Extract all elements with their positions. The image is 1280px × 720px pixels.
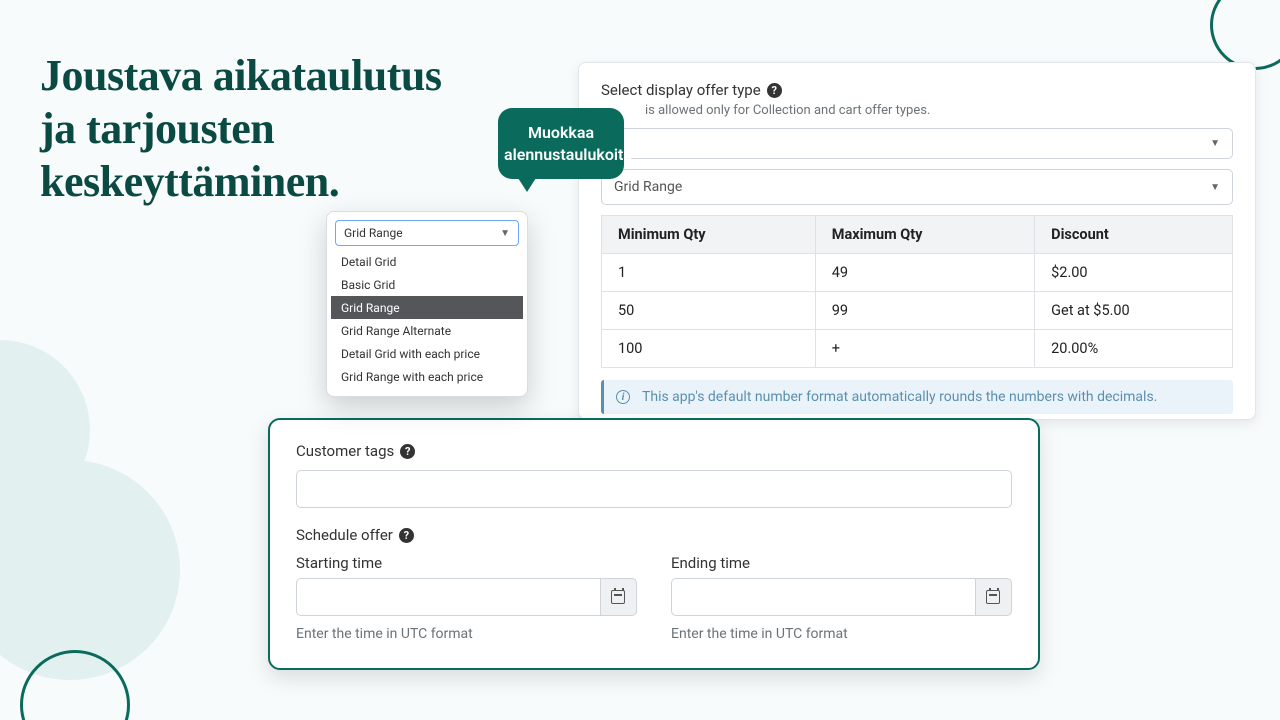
col-min-qty: Minimum Qty [602,216,816,254]
schedule-offer-label: Schedule offer [296,526,393,544]
ending-time-hint: Enter the time in UTC format [671,626,1012,642]
starting-time-col: Starting time Enter the time in UTC form… [296,554,637,642]
offer-type-select-2-value: Grid Range [614,179,682,195]
number-format-alert: i This app's default number format autom… [601,380,1233,414]
offer-type-select-2[interactable]: Grid Range ▼ [601,169,1233,205]
grid-type-option-selected[interactable]: Grid Range [331,296,523,319]
offer-type-select-1[interactable]: ▼ [601,128,1233,159]
grid-type-option[interactable]: Grid Range Alternate [331,319,523,342]
grid-type-option[interactable]: Grid Range with each price [331,365,523,388]
cell-max: 49 [815,254,1034,292]
schedule-card: Customer tags ? Schedule offer ? Startin… [268,418,1040,670]
offer-type-subnote: is allowed only for Collection and cart … [645,103,1233,118]
calendar-icon [611,590,625,604]
starting-time-hint: Enter the time in UTC format [296,626,637,642]
info-icon: i [616,390,630,404]
customer-tags-input[interactable] [296,470,1012,508]
offer-type-label: Select display offer type [601,81,761,99]
cell-discount: $2.00 [1035,254,1233,292]
discount-table: Minimum Qty Maximum Qty Discount 1 49 $2… [601,215,1233,368]
ending-time-group [671,578,1012,616]
cell-discount: 20.00% [1035,330,1233,368]
col-max-qty: Maximum Qty [815,216,1034,254]
chevron-down-icon: ▼ [1210,182,1220,193]
customer-tags-label-row: Customer tags ? [296,442,1012,460]
schedule-times-row: Starting time Enter the time in UTC form… [296,554,1012,642]
grid-type-option[interactable]: Basic Grid [331,273,523,296]
cell-min: 1 [602,254,816,292]
cell-min: 50 [602,292,816,330]
starting-time-input[interactable] [296,578,600,616]
starting-time-group [296,578,637,616]
callout-bubble: Muokkaa alennustaulukoita [498,108,624,179]
help-icon[interactable]: ? [767,83,782,98]
grid-type-option[interactable]: Detail Grid with each price [331,342,523,365]
starting-time-calendar-button[interactable] [600,578,637,616]
table-row: 50 99 Get at $5.00 [602,292,1233,330]
page-headline: Joustava aikataulutus ja tarjousten kesk… [40,50,460,208]
help-icon[interactable]: ? [399,528,414,543]
help-icon[interactable]: ? [400,444,415,459]
grid-type-option[interactable]: Detail Grid [331,250,523,273]
offer-display-panel: Select display offer type ? is allowed o… [578,62,1256,420]
table-header-row: Minimum Qty Maximum Qty Discount [602,216,1233,254]
ending-time-col: Ending time Enter the time in UTC format [671,554,1012,642]
grid-type-dropdown-card: Grid Range ▼ Detail Grid Basic Grid Grid… [326,211,528,397]
table-row: 1 49 $2.00 [602,254,1233,292]
grid-type-select-value: Grid Range [344,226,403,240]
cell-min: 100 [602,330,816,368]
starting-time-label: Starting time [296,554,637,572]
decoration-circle-bottom-fill [0,460,180,680]
offer-type-label-row: Select display offer type ? [601,81,1233,99]
grid-type-select[interactable]: Grid Range ▼ [335,220,519,246]
table-row: 100 + 20.00% [602,330,1233,368]
cell-max: + [815,330,1034,368]
ending-time-input[interactable] [671,578,975,616]
calendar-icon [986,590,1000,604]
schedule-offer-label-row: Schedule offer ? [296,526,1012,544]
col-discount: Discount [1035,216,1233,254]
chevron-down-icon: ▼ [1210,138,1220,149]
decoration-circle-top-right [1210,0,1280,70]
cell-max: 99 [815,292,1034,330]
ending-time-label: Ending time [671,554,1012,572]
cell-discount: Get at $5.00 [1035,292,1233,330]
ending-time-calendar-button[interactable] [975,578,1012,616]
customer-tags-label: Customer tags [296,442,394,460]
alert-text: This app's default number format automat… [642,389,1157,405]
chevron-down-icon: ▼ [500,228,510,239]
